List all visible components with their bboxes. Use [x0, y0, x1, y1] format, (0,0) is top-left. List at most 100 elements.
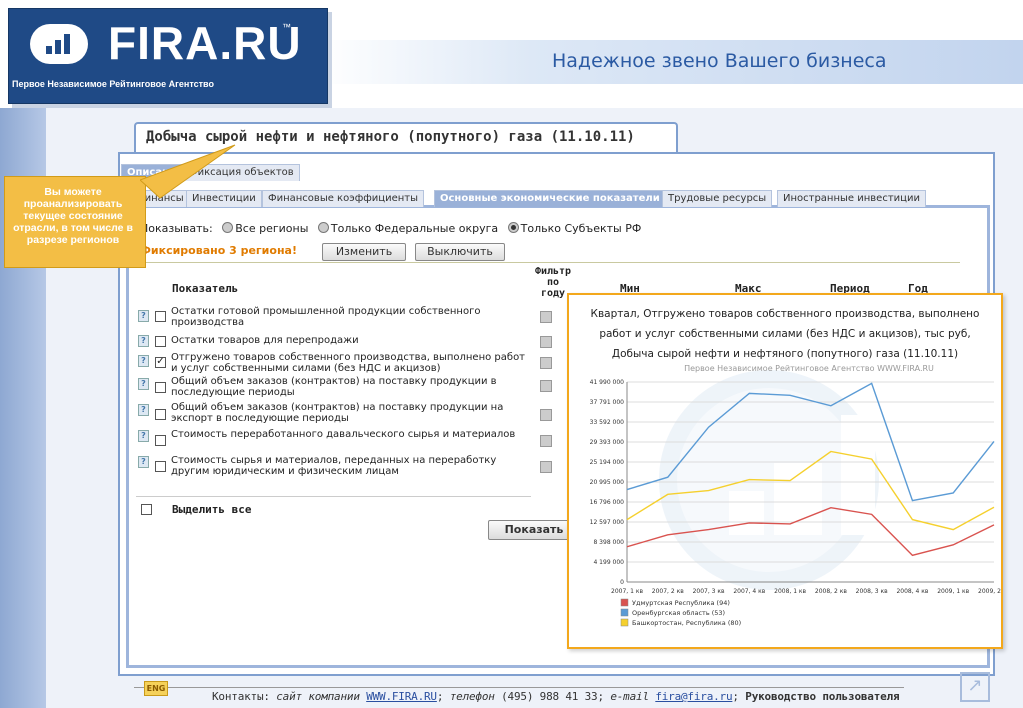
radio-federal-districts[interactable]	[317, 222, 329, 233]
y-tick-label: 37 791 000	[590, 399, 625, 406]
y-tick-label: 29 393 000	[590, 439, 625, 446]
x-tick-label: 2009, 1 кв	[937, 588, 969, 595]
legend-swatch	[620, 598, 629, 607]
radio-label-all: Все регионы	[235, 222, 309, 235]
row-checkbox[interactable]	[155, 382, 166, 393]
phone-number: (495) 988 41 33;	[501, 690, 604, 703]
chart-title-line-3: Добыча сырой нефти и нефтяного (попутног…	[612, 348, 958, 360]
legend-swatch	[620, 618, 629, 627]
row-checkbox[interactable]	[155, 311, 166, 322]
show-label: Показывать:	[140, 222, 213, 235]
row-checkbox[interactable]	[155, 336, 166, 347]
row-label: Остатки товаров для перепродажи	[171, 335, 359, 346]
callout-pointer	[140, 144, 236, 199]
y-tick-label: 33 592 000	[590, 419, 625, 426]
logo-subtitle: Первое Независимое Рейтинговое Агентство	[12, 79, 214, 89]
x-tick-label: 2007, 2 кв	[652, 588, 684, 595]
legend-label: Башкортостан, Республика (80)	[632, 619, 741, 627]
line-chart: Квартал, Отгружено товаров собственного …	[590, 308, 1011, 627]
x-tick-label: 2008, 3 кв	[856, 588, 888, 595]
row-checkbox[interactable]	[155, 435, 166, 446]
language-switch-eng[interactable]: ENG	[144, 681, 168, 696]
chart-popup: Квартал, Отгружено товаров собственного …	[567, 293, 1011, 649]
help-icon[interactable]: ?	[138, 335, 149, 347]
select-all-label: Выделить все	[172, 503, 252, 516]
y-tick-label: 8 398 000	[593, 539, 624, 546]
email-link[interactable]: fira@fira.ru	[655, 690, 732, 703]
help-icon[interactable]: ?	[138, 430, 149, 442]
site-link[interactable]: WWW.FIRA.RU	[366, 690, 437, 703]
subtab-labor[interactable]: Трудовые ресурсы	[662, 190, 773, 207]
x-tick-label: 2007, 3 кв	[693, 588, 725, 595]
row-label: Общий объем заказов (контрактов) на пост…	[171, 402, 504, 424]
help-icon[interactable]: ?	[138, 355, 149, 367]
header-indicator: Показатель	[172, 282, 239, 295]
contacts-label: Контакты:	[212, 690, 270, 703]
change-button[interactable]: Изменить	[322, 243, 406, 261]
y-tick-label: 41 990 000	[590, 379, 625, 386]
chart-title-line-1: Квартал, Отгружено товаров собственного …	[591, 308, 980, 320]
y-tick-label: 16 796 000	[590, 499, 625, 506]
y-tick-label: 12 597 000	[590, 519, 625, 526]
radio-label-federal: Только Федеральные округа	[330, 222, 499, 235]
year-filter-checkbox[interactable]	[540, 461, 552, 473]
year-filter-checkbox[interactable]	[540, 380, 552, 392]
x-tick-label: 2008, 1 кв	[774, 588, 806, 595]
radio-label-subjects: Только Субъекты РФ	[520, 222, 642, 235]
y-tick-label: 25 194 000	[590, 459, 625, 466]
divider	[140, 262, 960, 263]
row-checkbox[interactable]	[155, 409, 166, 420]
help-icon[interactable]: ?	[138, 404, 149, 416]
year-filter-checkbox[interactable]	[540, 409, 552, 421]
callout-text: Вы можете проанализировать текущее состо…	[13, 186, 133, 246]
row-label: Стоимость переработанного давальческого …	[171, 429, 516, 440]
row-label: Стоимость сырья и материалов, переданных…	[171, 455, 497, 477]
x-tick-label: 2007, 4 кв	[733, 588, 765, 595]
year-filter-checkbox[interactable]	[540, 311, 552, 323]
expand-corner-icon[interactable]: ↗	[960, 672, 990, 702]
row-label: Общий объем заказов (контрактов) на пост…	[171, 376, 497, 398]
show-filter: Показывать: Все регионы Только Федеральн…	[140, 222, 641, 235]
legend-label: Удмуртская Республика (94)	[632, 599, 730, 607]
row-label: Отгружено товаров собственного производс…	[171, 352, 526, 374]
subtab-foreign-investments[interactable]: Иностранные инвестиции	[777, 190, 926, 207]
divider	[136, 496, 531, 497]
radio-subjects[interactable]	[507, 222, 519, 233]
logo-mark-icon	[30, 24, 88, 64]
y-tick-label: 4 199 000	[593, 559, 624, 566]
help-icon[interactable]: ?	[138, 310, 149, 322]
email-label: e-mail	[610, 690, 649, 703]
footer-separator: ;	[732, 690, 739, 703]
logo-trademark: ™	[282, 22, 291, 32]
legend-label: Оренбургская область (53)	[632, 609, 725, 617]
year-filter-checkbox[interactable]	[540, 336, 552, 348]
legend-swatch	[620, 608, 629, 617]
help-icon[interactable]: ?	[138, 456, 149, 468]
x-tick-label: 2008, 4 кв	[896, 588, 928, 595]
select-all-checkbox[interactable]	[141, 504, 152, 515]
disable-button[interactable]: Выключить	[415, 243, 505, 261]
year-filter-checkbox[interactable]	[540, 357, 552, 369]
slogan: Надежное звено Вашего бизнеса	[552, 50, 887, 72]
fixed-regions-notice: Фиксировано 3 региона!	[140, 244, 297, 257]
subtab-economic-indicators[interactable]: Основные экономические показатели	[434, 190, 666, 207]
help-icon[interactable]: ?	[138, 378, 149, 390]
site-label: сайт компании	[276, 690, 360, 703]
year-filter-checkbox[interactable]	[540, 435, 552, 447]
footer-separator: ;	[436, 690, 444, 703]
radio-all-regions[interactable]	[222, 222, 234, 233]
row-label: Остатки готовой промышленной продукции с…	[171, 306, 481, 328]
chart-subtitle: Первое Независимое Рейтинговое Агентство…	[684, 364, 934, 373]
footer-contacts: Контакты: сайт компании WWW.FIRA.RU; тел…	[212, 690, 900, 703]
row-checkbox[interactable]	[155, 461, 166, 472]
y-tick-label: 0	[620, 579, 624, 586]
footer-divider	[134, 687, 904, 688]
user-guide-link[interactable]: Руководство пользователя	[745, 690, 899, 703]
x-tick-label: 2008, 2 кв	[815, 588, 847, 595]
x-tick-label: 2007, 1 кв	[611, 588, 643, 595]
row-checkbox-checked[interactable]: ✓	[155, 357, 166, 368]
subtab-fin-ratios[interactable]: Финансовые коэффициенты	[262, 190, 425, 207]
logo-text: FIRA.RU	[108, 17, 302, 69]
x-tick-label: 2009, 2 кв	[978, 588, 1001, 595]
chart-title-line-2: работ и услуг собственными силами (без Н…	[599, 328, 970, 340]
